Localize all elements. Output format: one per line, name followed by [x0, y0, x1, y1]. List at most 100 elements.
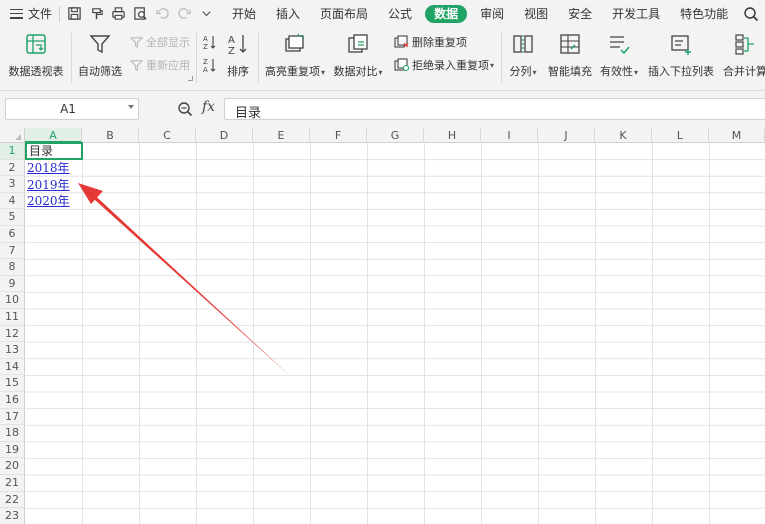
show-all-label: 全部显示: [146, 36, 190, 49]
save-icon[interactable]: [63, 3, 85, 25]
data-validation-button[interactable]: 有效性▾: [598, 27, 640, 79]
row-header-11[interactable]: 11: [0, 309, 25, 326]
column-header-h[interactable]: H: [424, 128, 481, 143]
row-header-10[interactable]: 10: [0, 292, 25, 309]
print-icon[interactable]: [107, 3, 129, 25]
sort-button[interactable]: AZ 排序: [222, 27, 254, 79]
select-all-corner[interactable]: [0, 128, 25, 143]
tab-security[interactable]: 安全: [558, 0, 602, 27]
tab-developer[interactable]: 开发工具: [602, 0, 670, 27]
tab-insert[interactable]: 插入: [266, 0, 310, 27]
column-header-e[interactable]: E: [253, 128, 310, 143]
row-header-18[interactable]: 18: [0, 425, 25, 442]
ribbon-separator: [196, 33, 197, 83]
cell-a2-link[interactable]: 2018年: [25, 160, 70, 176]
cell-a1[interactable]: 目录: [25, 142, 83, 160]
more-icon[interactable]: [195, 3, 217, 25]
row-header-19[interactable]: 19: [0, 441, 25, 459]
row-header-8[interactable]: 8: [0, 259, 25, 276]
row-header-14[interactable]: 14: [0, 358, 25, 376]
file-menu-button[interactable]: 文件: [0, 0, 56, 27]
sort-descending-button[interactable]: ZA: [203, 56, 220, 74]
row-header-20[interactable]: 20: [0, 458, 25, 475]
print-preview-icon[interactable]: [129, 3, 151, 25]
row-header-2[interactable]: 2: [0, 159, 25, 177]
search-button[interactable]: [743, 0, 765, 27]
function-icon[interactable]: fx: [202, 99, 215, 115]
smart-fill-button[interactable]: 智能填充: [546, 27, 594, 79]
consolidate-button[interactable]: 合并计算: [721, 27, 765, 79]
row-header-7[interactable]: 7: [0, 242, 25, 260]
ribbon-tabs: 开始 插入 页面布局 公式 数据 审阅 视图 安全 开发工具 特色功能: [222, 0, 738, 27]
column-header-m[interactable]: M: [709, 128, 765, 143]
data-compare-button[interactable]: 数据对比▾: [332, 27, 384, 79]
row-header-6[interactable]: 6: [0, 226, 25, 243]
auto-filter-button[interactable]: 自动筛选: [76, 27, 124, 79]
spreadsheet-grid[interactable]: A B C D E F G H I J K L M 1 2 3 4 5 6 7 …: [0, 128, 765, 524]
redo-icon[interactable]: [173, 3, 195, 25]
reapply-label: 重新应用: [146, 59, 190, 72]
column-header-g[interactable]: G: [367, 128, 424, 143]
auto-filter-label: 自动筛选: [78, 65, 122, 78]
reject-duplicates-button[interactable]: 拒绝录入重复项 ▾: [394, 56, 494, 74]
row-header-16[interactable]: 16: [0, 392, 25, 409]
row-header-12[interactable]: 12: [0, 325, 25, 343]
svg-text:A: A: [203, 35, 208, 43]
row-header-17[interactable]: 17: [0, 408, 25, 426]
insert-dropdown-list-icon: [668, 31, 694, 57]
column-header-a[interactable]: A: [25, 128, 82, 143]
row-header-13[interactable]: 13: [0, 342, 25, 359]
column-header-d[interactable]: D: [196, 128, 253, 143]
column-header-l[interactable]: L: [652, 128, 709, 143]
cell-a4-link[interactable]: 2020年: [25, 193, 70, 209]
tab-special-features[interactable]: 特色功能: [670, 0, 738, 27]
menu-separator: [59, 5, 60, 22]
quick-access-toolbar: [63, 0, 217, 27]
column-header-c[interactable]: C: [139, 128, 196, 143]
formula-bar: A1 fx 目录: [0, 91, 765, 128]
format-painter-icon[interactable]: [85, 3, 107, 25]
column-header-f[interactable]: F: [310, 128, 367, 143]
row-header-22[interactable]: 22: [0, 491, 25, 509]
column-header-j[interactable]: J: [538, 128, 595, 143]
row-header-3[interactable]: 3: [0, 176, 25, 193]
cell-a3-link[interactable]: 2019年: [25, 177, 70, 193]
show-all-button[interactable]: 全部显示: [130, 33, 190, 51]
row-header-5[interactable]: 5: [0, 209, 25, 226]
row-header-4[interactable]: 4: [0, 192, 25, 210]
tab-data[interactable]: 数据: [425, 4, 468, 23]
svg-text:Z: Z: [228, 46, 235, 56]
tab-formulas[interactable]: 公式: [378, 0, 422, 27]
zoom-icon[interactable]: [177, 101, 193, 117]
sort-ascending-button[interactable]: AZ: [203, 33, 220, 51]
pivot-table-label: 数据透视表: [8, 65, 64, 78]
highlight-duplicates-button[interactable]: 高亮重复项▾: [262, 27, 328, 79]
svg-text:A: A: [228, 35, 235, 46]
chevron-down-icon[interactable]: [128, 105, 134, 109]
data-compare-icon: [345, 31, 371, 57]
tab-home[interactable]: 开始: [222, 0, 266, 27]
row-header-15[interactable]: 15: [0, 375, 25, 392]
formula-content: 目录: [235, 106, 262, 121]
tab-review[interactable]: 审阅: [470, 0, 514, 27]
row-header-9[interactable]: 9: [0, 275, 25, 293]
tab-view[interactable]: 视图: [514, 0, 558, 27]
tab-page-layout[interactable]: 页面布局: [310, 0, 378, 27]
insert-dropdown-list-button[interactable]: 插入下拉列表: [646, 27, 716, 79]
undo-icon[interactable]: [151, 3, 173, 25]
formula-input[interactable]: 目录: [224, 98, 765, 121]
remove-duplicates-button[interactable]: 删除重复项: [394, 33, 467, 51]
filter-dialog-launcher[interactable]: [188, 76, 193, 81]
pivot-table-button[interactable]: 数据透视表: [6, 27, 66, 79]
row-header-1[interactable]: 1: [0, 143, 25, 160]
column-header-k[interactable]: K: [595, 128, 652, 143]
data-validation-icon: [606, 31, 632, 57]
highlight-duplicates-label: 高亮重复项▾: [264, 65, 325, 78]
reapply-button[interactable]: 重新应用: [130, 56, 190, 74]
column-header-b[interactable]: B: [82, 128, 139, 143]
row-header-23[interactable]: 23: [0, 508, 25, 524]
row-header-21[interactable]: 21: [0, 475, 25, 492]
column-header-i[interactable]: I: [481, 128, 538, 143]
name-box[interactable]: A1: [5, 98, 139, 120]
split-column-button[interactable]: 分列▾: [505, 27, 541, 79]
